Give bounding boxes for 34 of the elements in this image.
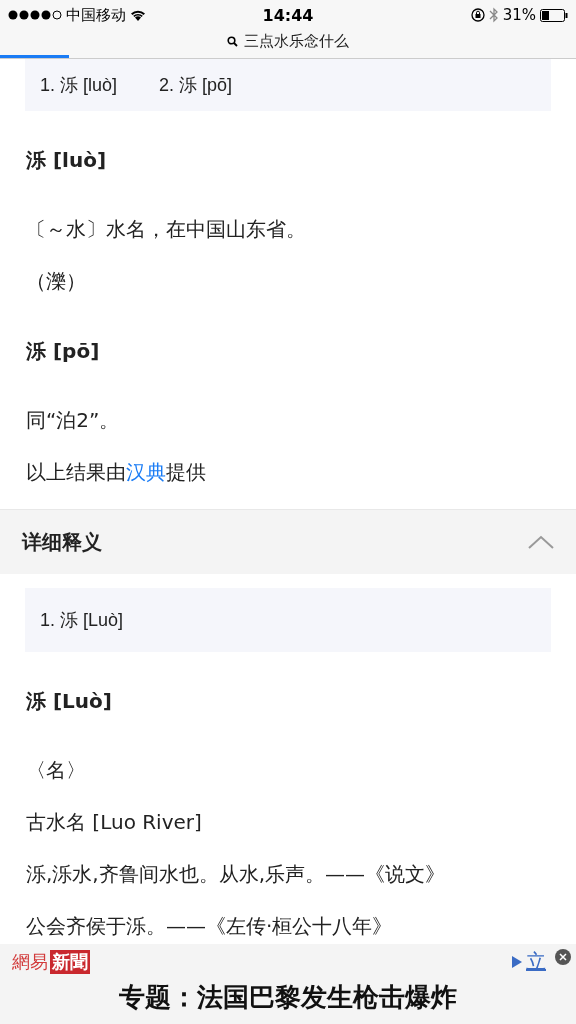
definition-text: 同“泊2”。: [25, 407, 121, 433]
carrier-name: 中国移动: [66, 5, 126, 25]
clock-time: 14:44: [262, 5, 314, 25]
close-icon[interactable]: [555, 949, 571, 965]
definition-text: 泺,泺水,齐鲁间水也。从水,乐声。——《说文》: [25, 861, 447, 887]
definition-text: （濼）: [25, 268, 87, 294]
ad-link[interactable]: 立: [512, 948, 576, 975]
signal-icon: [8, 10, 62, 20]
address-text[interactable]: 三点水乐念什么: [244, 31, 349, 51]
news-logo: 網易 新聞: [12, 950, 90, 974]
section-title: 详细释义: [22, 528, 102, 556]
wifi-icon: [130, 9, 146, 21]
battery-percent: 31%: [502, 6, 536, 24]
bluetooth-icon: [488, 7, 499, 23]
rotation-lock-icon: [470, 8, 485, 22]
index-link[interactable]: 1. 泺 [luò]: [40, 73, 118, 97]
definition-text: 〔～水〕水名，在中国山东省。: [25, 216, 307, 242]
entry-heading: 泺 [luò]: [25, 147, 108, 173]
index-link[interactable]: 1. 泺 [Luò]: [40, 608, 124, 632]
definition-text: 〈名〉: [25, 757, 87, 783]
definition-text: 古水名 [Luo River]: [25, 809, 203, 835]
entry-heading: 泺 [pō]: [25, 338, 101, 364]
definition-text: 公会齐侯于泺。——《左传·桓公十八年》: [25, 913, 394, 939]
source-link[interactable]: 汉典: [126, 460, 166, 484]
play-icon: [512, 955, 522, 968]
chevron-up-icon: [528, 535, 554, 549]
index-link[interactable]: 2. 泺 [pō]: [159, 73, 233, 97]
entry-heading: 泺 [Luò]: [25, 688, 113, 714]
section-header[interactable]: 详细释义: [0, 509, 576, 574]
source-sentence: 以上结果由汉典提供: [25, 459, 207, 485]
ad-banner[interactable]: 網易 新聞 立 专题：法国巴黎发生枪击爆炸: [0, 944, 576, 1024]
search-icon: [227, 35, 238, 47]
battery-icon: [540, 8, 568, 22]
ad-headline: 专题：法国巴黎发生枪击爆炸: [118, 981, 458, 1014]
